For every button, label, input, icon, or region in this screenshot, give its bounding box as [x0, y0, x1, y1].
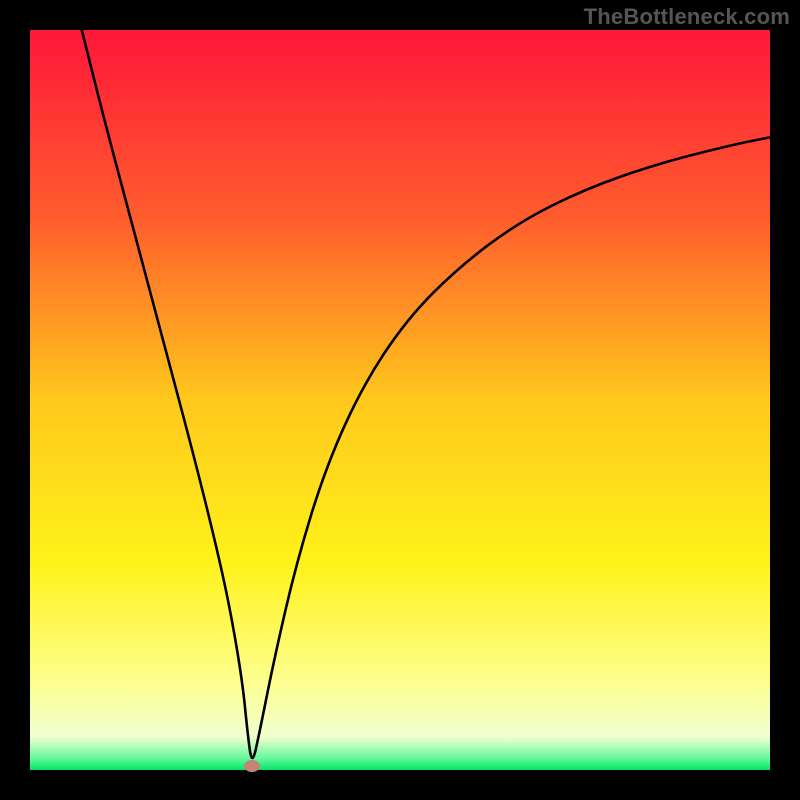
chart-frame: TheBottleneck.com — [0, 0, 800, 800]
plot-area — [30, 30, 770, 770]
optimum-marker — [244, 760, 260, 772]
chart-svg — [30, 30, 770, 770]
chart-background — [30, 30, 770, 770]
watermark-text: TheBottleneck.com — [584, 4, 790, 30]
